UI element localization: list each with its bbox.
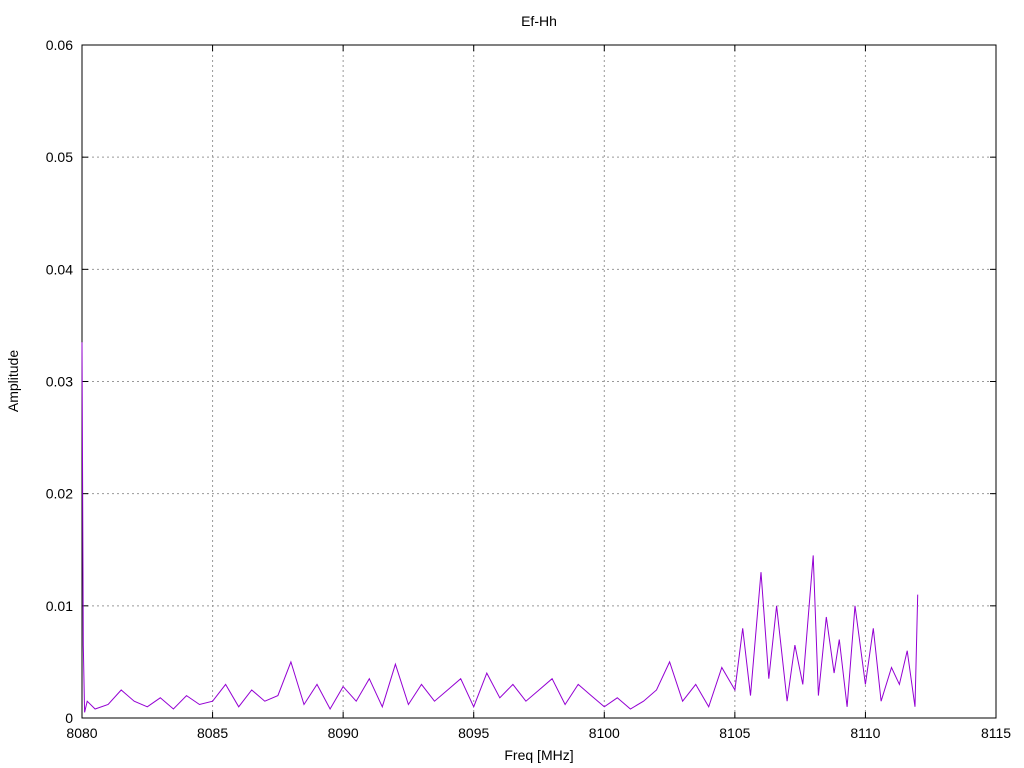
y-tick-label: 0.04 — [46, 261, 73, 277]
y-tick-label: 0.06 — [46, 37, 73, 53]
x-tick-label: 8110 — [850, 725, 880, 741]
grid-lines — [82, 45, 996, 718]
y-axis-label: Amplitude — [5, 350, 21, 412]
y-axis-tick-labels: 0 0.01 0.02 0.03 0.04 0.05 0.06 — [46, 37, 73, 726]
x-tick-label: 8100 — [589, 725, 620, 741]
x-tick-label: 8080 — [66, 725, 97, 741]
chart-title: Ef-Hh — [521, 13, 557, 29]
x-tick-label: 8090 — [328, 725, 359, 741]
x-tick-label: 8095 — [458, 725, 489, 741]
y-tick-label: 0.02 — [46, 486, 73, 502]
y-tick-label: 0.03 — [46, 374, 73, 390]
x-axis-tick-labels: 8080 8085 8090 8095 8100 8105 8110 8115 — [66, 725, 1011, 741]
x-tick-label: 8085 — [197, 725, 228, 741]
x-tick-label: 8105 — [719, 725, 750, 741]
y-tick-label: 0 — [65, 710, 73, 726]
y-tick-label: 0.01 — [46, 598, 73, 614]
x-tick-label: 8115 — [981, 725, 1011, 741]
x-axis-label: Freq [MHz] — [504, 747, 573, 763]
y-tick-label: 0.05 — [46, 149, 73, 165]
series-line — [81, 342, 919, 713]
frequency-amplitude-chart: Ef-Hh 8080 8085 8090 8095 8100 8105 8110 8115 0… — [5, 13, 1011, 763]
